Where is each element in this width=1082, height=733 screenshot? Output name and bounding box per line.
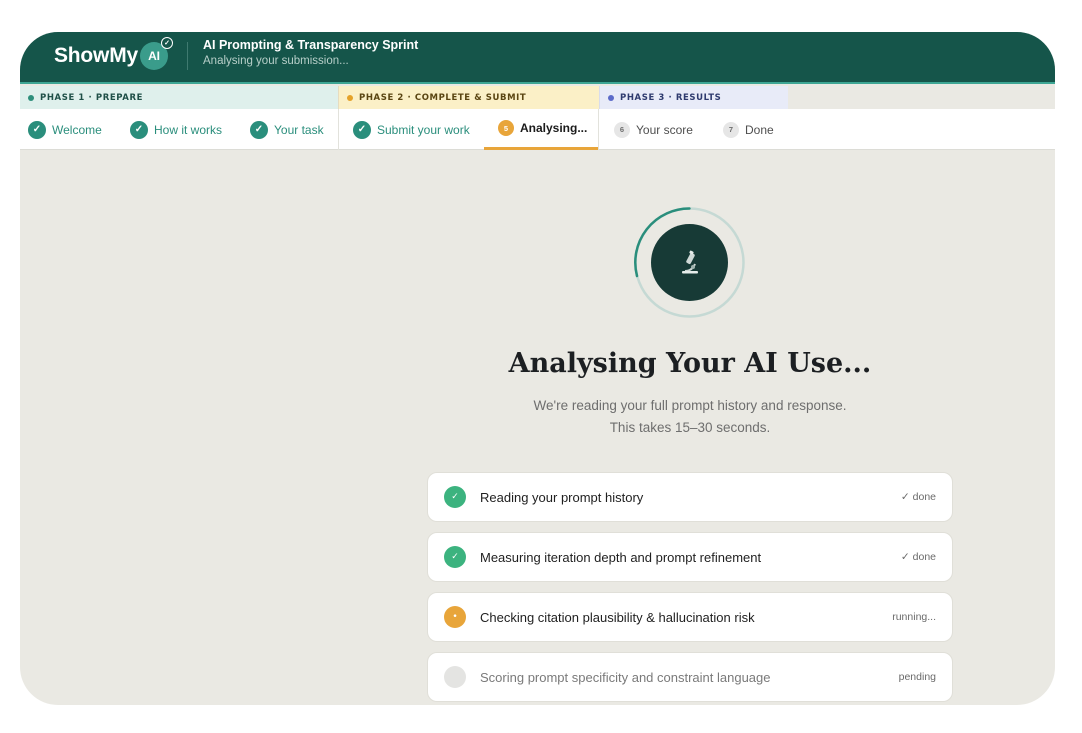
logo[interactable]: ShowMy AI ✓ — [54, 37, 173, 70]
step-label: How it works — [154, 122, 223, 137]
pending-dot-icon — [444, 666, 466, 688]
step-label: Done — [745, 122, 774, 137]
done-check-icon: ✓ — [444, 546, 466, 568]
logo-badge: AI ✓ — [139, 37, 173, 70]
checklist-item: • Checking citation plausibility & hallu… — [427, 592, 953, 642]
page-title: AI Prompting & Transparency Sprint — [203, 38, 419, 52]
step-label: Analysing... — [520, 121, 588, 135]
logo-text: ShowMy — [54, 44, 138, 67]
checklist-label: Reading your prompt history — [480, 489, 644, 505]
check-icon: ✓ — [353, 120, 371, 139]
subtitle-line: This takes 15–30 seconds. — [609, 420, 771, 435]
step-your-score[interactable]: 6 Your score — [614, 109, 693, 150]
phase-dot-icon — [347, 94, 353, 101]
step-done[interactable]: 7 Done — [723, 109, 774, 150]
step-label: Your task — [274, 122, 324, 137]
step-label: Welcome — [52, 122, 102, 137]
spinner-core — [651, 224, 728, 301]
step-your-task[interactable]: ✓ Your task — [250, 109, 324, 150]
step-number-badge: 7 — [723, 121, 739, 138]
step-welcome[interactable]: ✓ Welcome — [28, 109, 102, 150]
checklist-label: Measuring iteration depth and prompt ref… — [480, 549, 762, 565]
check-icon: ✓ — [130, 120, 148, 139]
checklist-item: ✓ Reading your prompt history ✓ done — [427, 472, 953, 522]
step-submit-your-work[interactable]: ✓ Submit your work — [353, 109, 470, 150]
phase-1: Phase 1 · Prepare — [20, 86, 338, 109]
top-bar: ShowMy AI ✓ AI Prompting & Transparency … — [20, 32, 1055, 84]
analysis-subtitle: We're reading your full prompt history a… — [390, 395, 990, 439]
header-divider — [187, 42, 188, 70]
step-how-it-works[interactable]: ✓ How it works — [130, 109, 222, 150]
phase-dot-icon — [608, 94, 614, 101]
phase-bar: Phase 1 · Prepare Phase 2 · Complete & S… — [20, 86, 1055, 109]
check-icon: ✓ — [28, 120, 46, 139]
phase-divider — [598, 109, 599, 150]
step-label: Your score — [636, 122, 693, 137]
step-tabs: ✓ Welcome ✓ How it works ✓ Your task ✓ S… — [20, 109, 1055, 150]
checklist-item: Scoring prompt specificity and constrain… — [427, 652, 953, 702]
checklist-status: ✓ done — [900, 551, 936, 563]
check-badge-icon: ✓ — [160, 37, 173, 49]
microscope-icon — [681, 250, 698, 273]
step-analysing[interactable]: 5 Analysing... — [484, 109, 598, 150]
checklist-status: pending — [898, 671, 936, 683]
subtitle-line: We're reading your full prompt history a… — [533, 398, 847, 413]
step-number-badge: 5 — [498, 120, 514, 136]
step-number-badge: 6 — [614, 121, 630, 138]
phase-label: Phase 3 · Results — [620, 92, 722, 103]
checklist-status: running... — [892, 611, 936, 623]
check-icon: ✓ — [250, 120, 268, 139]
phase-2: Phase 2 · Complete & Submit — [338, 86, 599, 109]
phase-divider — [338, 109, 339, 150]
phase-label: Phase 1 · Prepare — [40, 92, 144, 103]
checklist-status: ✓ done — [900, 491, 936, 503]
logo-badge-text: AI — [148, 49, 160, 63]
running-dot-icon: • — [444, 606, 466, 628]
step-label: Submit your work — [377, 122, 470, 137]
checklist-label: Checking citation plausibility & halluci… — [480, 609, 755, 625]
done-check-icon: ✓ — [444, 486, 466, 508]
page-subtitle: Analysing your submission... — [203, 55, 349, 67]
phase-label: Phase 2 · Complete & Submit — [359, 92, 527, 103]
app-frame: ShowMy AI ✓ AI Prompting & Transparency … — [20, 32, 1055, 705]
phase-dot-icon — [28, 94, 34, 101]
checklist-label: Scoring prompt specificity and constrain… — [480, 669, 771, 685]
analysis-spinner — [633, 206, 746, 319]
phase-3: Phase 3 · Results — [599, 86, 788, 109]
analysis-checklist: ✓ Reading your prompt history ✓ done ✓ M… — [427, 472, 953, 705]
analysis-title: Analysing Your AI Use... — [508, 348, 872, 379]
checklist-item: ✓ Measuring iteration depth and prompt r… — [427, 532, 953, 582]
